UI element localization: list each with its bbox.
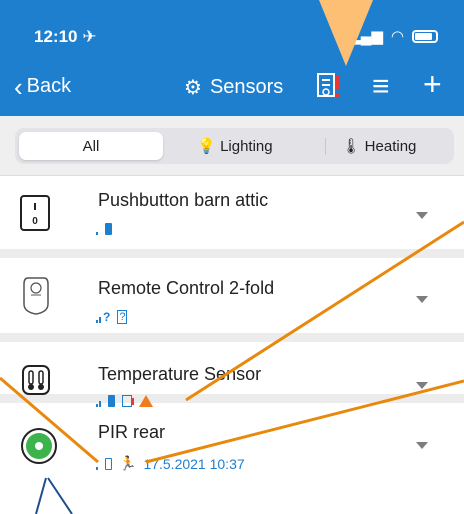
page-title-label: Sensors: [209, 76, 284, 98]
back-label: Back: [26, 75, 72, 97]
device-status: 🏃 17.5.2021 10:37: [96, 455, 245, 472]
list-item[interactable]: 0 Pushbutton barn attic: [0, 177, 464, 258]
plus-icon: +: [423, 66, 442, 102]
signal-strength-icon: [96, 395, 101, 407]
app-header: 12:10 ✈ ▂▄▆ ◠ ‹ Back ⚙ Sensors ≡ +: [0, 0, 464, 116]
sensor-alert-button[interactable]: [316, 72, 342, 107]
event-timestamp: 17.5.2021 10:37: [143, 455, 245, 472]
tab-all-label: All: [82, 137, 100, 155]
tab-lighting-label: Lighting: [220, 137, 273, 155]
tab-heating[interactable]: 🌡 Heating: [307, 132, 451, 160]
status-time: 12:10 ✈: [34, 27, 97, 46]
back-button[interactable]: ‹ Back: [14, 71, 72, 102]
device-status: [96, 223, 112, 235]
tab-heating-label: Heating: [364, 137, 417, 155]
chevron-down-icon[interactable]: [416, 442, 428, 449]
question-icon: ?: [103, 310, 111, 324]
page-title: ⚙ Sensors: [184, 75, 283, 100]
device-status: ? ?: [96, 310, 128, 324]
gear-icon: ⚙: [184, 77, 202, 99]
battery-unknown-icon: ?: [117, 310, 128, 324]
segmented-control: All 💡 Lighting 🌡 Heating: [15, 128, 454, 164]
battery-full-icon: [105, 223, 112, 235]
motion-sensor-icon: [21, 428, 57, 464]
warning-icon: [139, 395, 153, 407]
thermometer-icon: 🌡: [341, 138, 361, 155]
menu-button[interactable]: ≡: [372, 70, 390, 104]
list-item[interactable]: Remote Control 2-fold ? ?: [0, 258, 464, 342]
list-item[interactable]: Temperature Sensor: [0, 342, 464, 407]
list-item[interactable]: PIR rear 🏃 17.5.2021 10:37: [0, 412, 464, 514]
signal-strength-icon: [96, 458, 98, 470]
device-status: [96, 395, 153, 407]
temperature-sensor-icon: [22, 365, 50, 395]
menu-icon: ≡: [372, 70, 390, 103]
filter-bar: All 💡 Lighting 🌡 Heating: [0, 116, 464, 176]
running-person-icon: 🏃: [119, 455, 137, 471]
device-name: Pushbutton barn attic: [98, 190, 269, 210]
svg-text:0: 0: [32, 216, 38, 227]
device-name: PIR rear: [98, 422, 166, 442]
add-button[interactable]: +: [423, 66, 442, 103]
signal-strength-icon: [96, 223, 98, 235]
callout-arrow: [319, 0, 373, 66]
bulb-icon: 💡: [197, 138, 217, 155]
wifi-icon: ◠: [390, 28, 404, 45]
chevron-down-icon[interactable]: [416, 212, 428, 219]
battery-icon: [412, 29, 438, 43]
battery-full-icon: [108, 395, 115, 407]
chevron-down-icon[interactable]: [416, 382, 428, 389]
pushbutton-icon: 0: [20, 195, 50, 231]
tab-lighting[interactable]: 💡 Lighting: [165, 132, 305, 160]
battery-empty-icon: [105, 457, 112, 470]
document-alert-icon: [317, 73, 340, 97]
chevron-left-icon: ‹: [14, 71, 23, 102]
remote-control-icon: [23, 277, 49, 315]
document-alert-icon: [122, 395, 134, 407]
device-name: Temperature Sensor: [98, 364, 262, 384]
chevron-down-icon[interactable]: [416, 296, 428, 303]
device-name: Remote Control 2-fold: [98, 278, 275, 298]
tab-all[interactable]: All: [19, 132, 163, 160]
